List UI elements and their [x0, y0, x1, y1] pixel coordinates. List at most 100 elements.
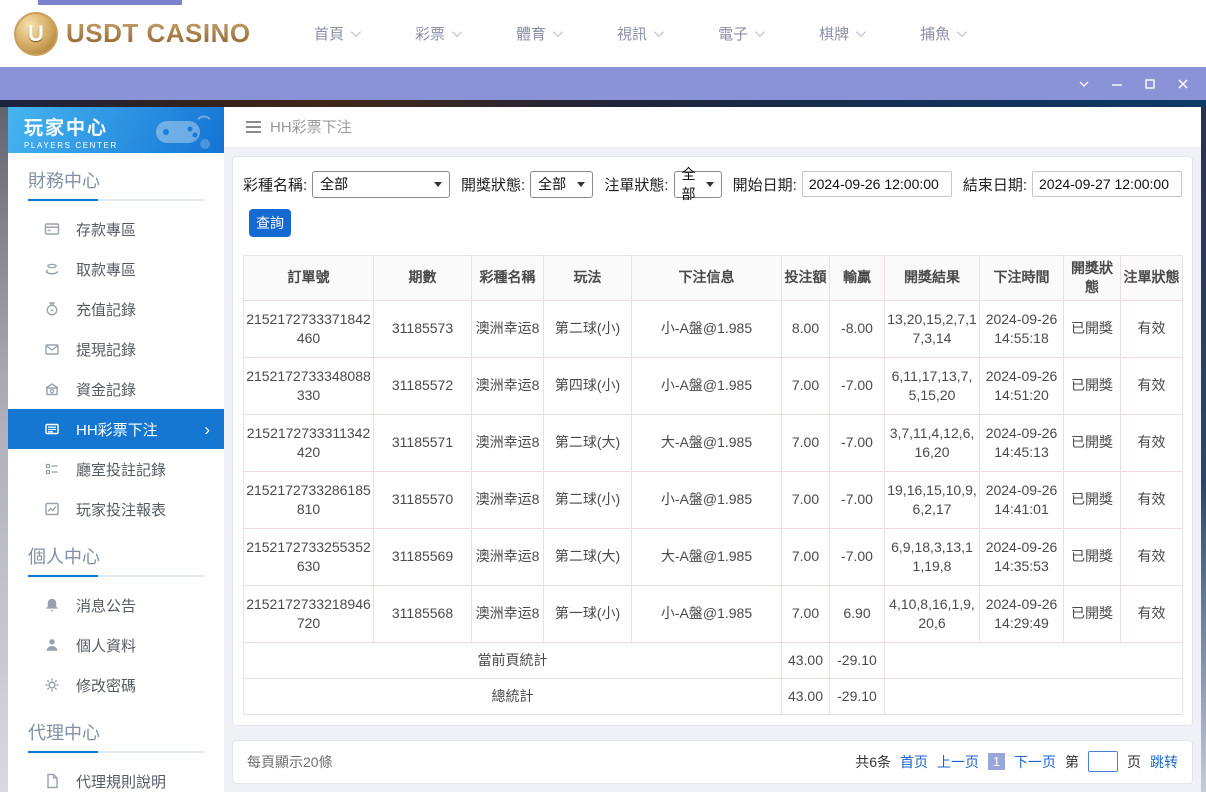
close-icon[interactable] — [1174, 75, 1192, 93]
table-row: 2152172733371842460 31185573 澳洲幸运8 第二球(小) 小-… — [243, 299, 1183, 358]
draw-status-label: 開獎狀態: — [460, 176, 526, 194]
sidebar-item-recharge-record[interactable]: 充值記錄 — [8, 289, 224, 329]
table-cell: 31185568 — [373, 584, 472, 643]
minimize-icon[interactable] — [1108, 75, 1126, 93]
select-caret-icon — [433, 181, 442, 187]
nav-item-label: 首頁 — [314, 26, 345, 43]
table-cell: 已開獎 — [1063, 299, 1121, 358]
nav-item-2[interactable]: 彩票 — [415, 23, 462, 44]
summary-empty — [884, 677, 1183, 715]
table-cell: 第二球(大) — [543, 413, 632, 472]
sidebar-item-bet-report[interactable]: 玩家投注報表 — [8, 489, 224, 529]
sidebar-item-room-bets[interactable]: 廳室投註記錄 — [8, 449, 224, 489]
prev-page-link[interactable]: 上一页 — [937, 752, 979, 772]
section-underline — [28, 575, 204, 577]
sidebar-item-funds-record[interactable]: 資金記錄 — [8, 369, 224, 409]
nav-item-label: 棋牌 — [819, 26, 850, 43]
current-page-badge[interactable]: 1 — [988, 753, 1005, 771]
table-cell: 7.00 — [781, 527, 830, 586]
sidebar-section-title-1: 財務中心 — [28, 171, 100, 191]
withdrawal-record-icon — [44, 341, 60, 357]
sidebar-item-document[interactable]: 代理規則說明 — [8, 761, 224, 792]
sidebar-item-user[interactable]: 個人資料 — [8, 625, 224, 665]
menu-icon[interactable] — [246, 120, 261, 133]
nav-item-7[interactable]: 捕魚 — [920, 23, 967, 44]
window-left-edge — [0, 107, 8, 792]
nav-item-5[interactable]: 電子 — [718, 23, 765, 44]
table-cell: 8.00 — [781, 299, 830, 358]
nav-item-3[interactable]: 體育 — [516, 23, 563, 44]
column-header: 開獎結果 — [884, 254, 980, 301]
lottery-name-select[interactable]: 全部 — [312, 170, 450, 198]
sidebar-item-lottery-bets[interactable]: HH彩票下注 › — [8, 409, 224, 449]
table-cell: 小-A盤@1.985 — [631, 356, 782, 415]
table-cell: 31185571 — [373, 413, 472, 472]
sidebar-item-withdraw[interactable]: 取款專區 — [8, 249, 224, 289]
filter-bar: 彩種名稱: 全部 開獎狀態: 全部 注單狀態: 全部 開始日期: 結束日期: — [243, 166, 1182, 202]
draw-status-select[interactable]: 全部 — [530, 170, 594, 198]
first-page-link[interactable]: 首页 — [900, 752, 928, 772]
table-cell: 6,11,17,13,7,5,15,20 — [884, 356, 980, 415]
search-button[interactable]: 查詢 — [249, 208, 291, 237]
chevron-down-icon — [755, 27, 765, 38]
chevron-down-icon — [856, 27, 866, 38]
sidebar-item-label: 個人資料 — [76, 637, 137, 655]
chevron-down-icon — [957, 27, 967, 38]
table-row: 2152172733255352630 31185569 澳洲幸运8 第二球(大) 大-… — [243, 527, 1183, 586]
table-cell: 2152172733311342420 — [243, 413, 374, 472]
table-cell: 31185569 — [373, 527, 472, 586]
brand-logo-icon: U — [14, 11, 58, 56]
nav-item-1[interactable]: 首頁 — [314, 23, 361, 44]
sidebar-item-deposit[interactable]: 存款專區 — [8, 209, 224, 249]
table-row: 2152172733348088330 31185572 澳洲幸运8 第四球(小) 小-… — [243, 356, 1183, 415]
chevron-down-icon[interactable] — [1075, 75, 1093, 93]
page-jump-input[interactable] — [1088, 751, 1118, 773]
sidebar-item-bell[interactable]: 消息公告 — [8, 585, 224, 625]
maximize-icon[interactable] — [1141, 75, 1159, 93]
column-header: 訂單號 — [243, 254, 374, 301]
table-cell: 第四球(小) — [543, 356, 632, 415]
sidebar-item-label: 資金記錄 — [76, 381, 137, 399]
nav-item-4[interactable]: 視訊 — [617, 23, 664, 44]
nav-item-label: 電子 — [718, 26, 749, 43]
table-cell: 2024-09-26 14:45:13 — [979, 413, 1064, 472]
sidebar-item-gear[interactable]: 修改密碼 — [8, 665, 224, 705]
table-cell: 7.00 — [781, 356, 830, 415]
column-header: 輸贏 — [829, 254, 885, 301]
gamepad-icon — [156, 115, 211, 149]
table-row: 2152172733218946720 31185568 澳洲幸运8 第一球(小) 小-… — [243, 584, 1183, 643]
brand[interactable]: U USDT CASINO — [14, 11, 266, 56]
sidebar-item-label: 玩家投注報表 — [76, 501, 167, 519]
table-cell: 澳洲幸运8 — [471, 299, 544, 358]
summary-winloss-total: -29.10 — [829, 641, 885, 679]
order-status-label: 注單狀態: — [604, 176, 669, 194]
summary-row: 總統計 43.00 -29.10 — [243, 677, 1183, 715]
table-cell: 2024-09-26 14:29:49 — [979, 584, 1064, 643]
top-bar: U USDT CASINO 首頁 彩票 體育 視訊 電子 棋牌 捕魚 — [0, 0, 1206, 67]
table-cell: 13,20,15,2,7,17,3,14 — [884, 299, 980, 358]
chevron-down-icon — [654, 27, 664, 38]
table-cell: 小-A盤@1.985 — [631, 299, 782, 358]
end-date-input[interactable] — [1032, 171, 1182, 198]
nav-item-label: 體育 — [516, 26, 547, 43]
start-date-input[interactable] — [801, 171, 952, 198]
page-title: HH彩票下注 — [270, 119, 352, 137]
sidebar-item-withdrawal-record[interactable]: 提現記錄 — [8, 329, 224, 369]
summary-winloss-total: -29.10 — [829, 677, 885, 715]
table-cell: 2024-09-26 14:41:01 — [979, 470, 1064, 529]
nav-item-6[interactable]: 棋牌 — [819, 23, 866, 44]
jump-action-link[interactable]: 跳转 — [1150, 752, 1178, 772]
next-page-link[interactable]: 下一页 — [1014, 752, 1056, 772]
table-cell: 31185572 — [373, 356, 472, 415]
sidebar-item-label: 修改密碼 — [76, 677, 137, 695]
nav-item-label: 捕魚 — [920, 26, 951, 43]
order-status-select[interactable]: 全部 — [673, 166, 722, 202]
column-header: 開獎狀態 — [1063, 254, 1121, 301]
table-cell: 第二球(小) — [543, 470, 632, 529]
table-row: 2152172733286185810 31185570 澳洲幸运8 第二球(小) 小-… — [243, 470, 1183, 529]
total-count-text: 共6条 — [855, 753, 891, 770]
sidebar-item-label: 提現記錄 — [76, 341, 137, 359]
table-cell: 3,7,11,4,12,6,16,20 — [884, 413, 980, 472]
table-cell: 澳洲幸运8 — [471, 584, 544, 643]
table-cell: 6.90 — [829, 584, 885, 643]
